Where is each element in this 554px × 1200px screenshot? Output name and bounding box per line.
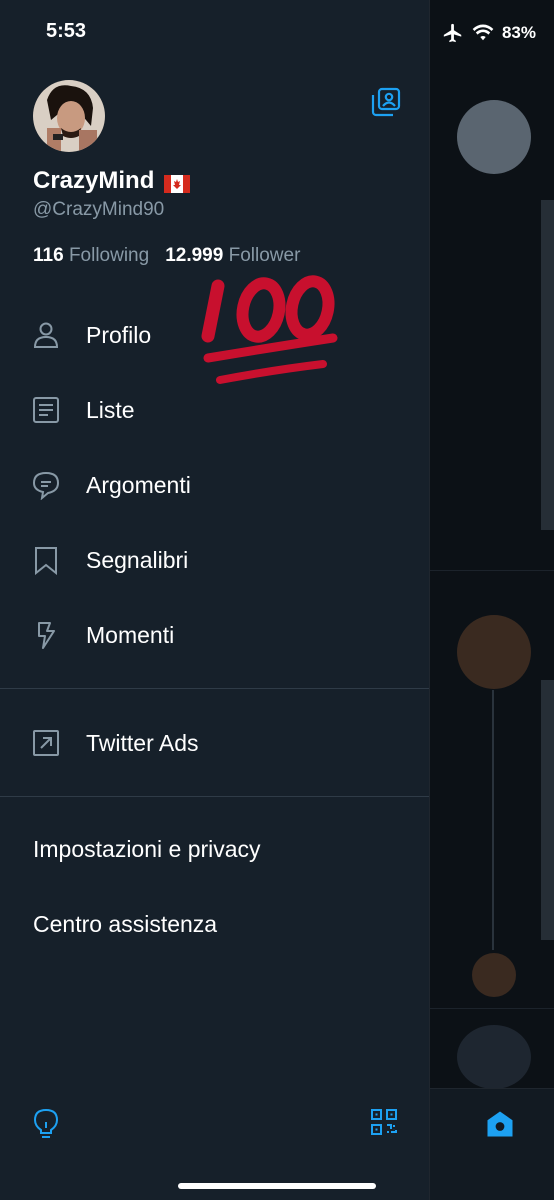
home-indicator[interactable] (178, 1183, 376, 1189)
airplane-icon (443, 23, 462, 43)
avatar[interactable] (33, 80, 105, 152)
timeline-avatar (457, 615, 531, 689)
menu-item-label: Argomenti (86, 471, 191, 498)
following-count: 116 (33, 245, 64, 266)
topics-icon (32, 471, 60, 500)
bookmark-icon (35, 547, 57, 575)
timeline-background (429, 0, 554, 1200)
profile-handle: @CrazyMind90 (33, 199, 165, 220)
canada-flag-icon (164, 172, 191, 193)
menu-item-settings[interactable]: Impostazioni e privacy (33, 836, 261, 863)
follow-stats: 116 Following 12.999 Follower (33, 245, 300, 267)
person-icon (33, 322, 59, 348)
menu-item-profilo[interactable]: Profilo (0, 305, 429, 365)
menu-item-label: Twitter Ads (86, 729, 199, 756)
timeline-avatar (457, 1025, 531, 1089)
lightbulb-icon[interactable] (33, 1108, 59, 1140)
status-time: 5:53 (46, 20, 87, 42)
profile-name-row[interactable]: CrazyMind (33, 167, 191, 195)
menu-item-label: Segnalibri (86, 546, 189, 573)
timeline-avatar (472, 953, 516, 997)
following-label: Following (68, 245, 150, 266)
menu-item-label: Liste (86, 396, 135, 423)
list-icon (33, 397, 59, 423)
wifi-icon (472, 24, 494, 41)
display-name: CrazyMind (33, 167, 155, 194)
follower-count: 12.999 (165, 245, 224, 266)
lightning-icon (38, 622, 55, 649)
timeline-avatar (457, 100, 531, 174)
qr-code-icon[interactable] (370, 1108, 398, 1136)
account-switch-icon[interactable] (370, 86, 402, 118)
menu-item-momenti[interactable]: Momenti (0, 605, 429, 665)
follower-stat[interactable]: 12.999 Follower (165, 245, 300, 267)
menu-item-label: Momenti (86, 621, 175, 648)
status-bar: 5:53 83% (0, 0, 554, 64)
menu-item-argomenti[interactable]: Argomenti (0, 455, 429, 515)
side-drawer: CrazyMind @CrazyMind90 116 Following 12.… (0, 0, 429, 1200)
timeline-media (541, 200, 554, 530)
timeline-media (541, 680, 554, 940)
menu-item-liste[interactable]: Liste (0, 380, 429, 440)
menu-item-segnalibri[interactable]: Segnalibri (0, 530, 429, 590)
menu-item-help-center[interactable]: Centro assistenza (33, 911, 217, 938)
divider (0, 796, 429, 797)
divider (0, 688, 429, 689)
menu-item-label: Profilo (86, 321, 152, 348)
tab-bar (430, 1088, 554, 1200)
following-stat[interactable]: 116 Following (33, 245, 149, 267)
external-arrow-icon (33, 730, 59, 756)
battery-percentage: 83% (501, 23, 536, 42)
timeline-thread-line (492, 690, 494, 950)
menu-item-twitter-ads[interactable]: Twitter Ads (0, 713, 429, 773)
home-icon[interactable] (485, 1109, 515, 1139)
follower-label: Follower (228, 245, 301, 266)
